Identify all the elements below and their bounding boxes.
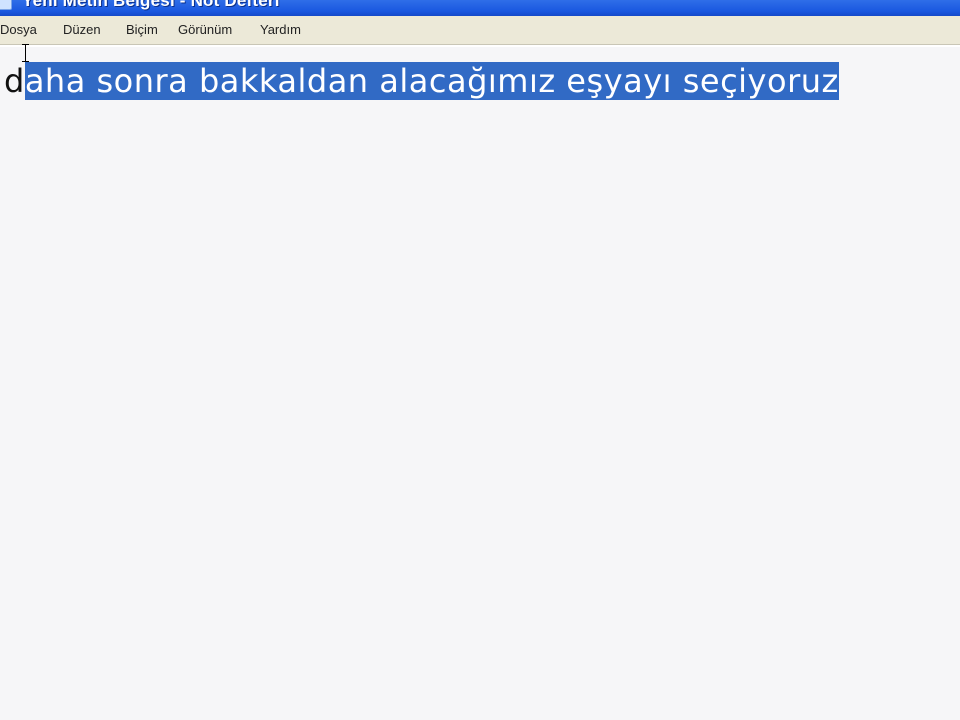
menu-format[interactable]: Biçim [126,22,158,37]
notepad-app-icon[interactable] [0,0,12,10]
menu-help[interactable]: Yardım [260,22,301,37]
title-bar[interactable]: Yeni Metin Belgesi - Not Defteri [0,0,960,16]
selected-text: aha sonra bakkaldan alacağımız eşyayı se… [24,62,839,100]
text-line[interactable]: daha sonra bakkaldan alacağımız eşyayı s… [4,57,839,105]
menu-bar: Dosya Düzen Biçim Görünüm Yardım [0,16,960,45]
menu-view[interactable]: Görünüm [178,22,232,37]
text-editor-area[interactable]: daha sonra bakkaldan alacağımız eşyayı s… [0,47,960,720]
menu-file[interactable]: Dosya [0,22,37,37]
menu-edit[interactable]: Düzen [63,22,101,37]
unselected-text: d [4,62,25,100]
window-title: Yeni Metin Belgesi - Not Defteri [22,0,280,10]
ibeam-cursor-icon [22,44,29,62]
notepad-window: Yeni Metin Belgesi - Not Defteri Dosya D… [0,0,960,720]
